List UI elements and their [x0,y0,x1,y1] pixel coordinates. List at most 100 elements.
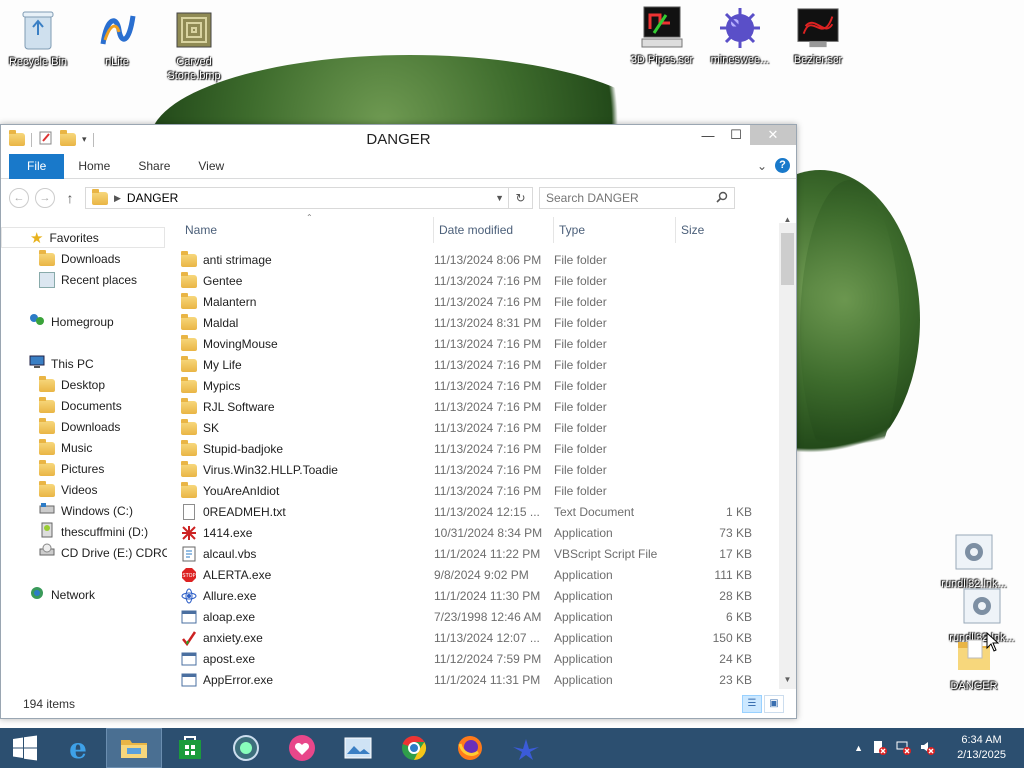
tab-file[interactable]: File [9,153,65,179]
large-icons-view-button[interactable]: ▣ [764,694,784,713]
file-row[interactable]: My Life 11/13/2024 7:16 PM File folder [168,354,774,375]
nav-thescuffmini-d[interactable]: thescuffmini (D:) [1,521,167,542]
column-header-name[interactable]: Name [168,217,434,243]
file-row[interactable]: anti strimage 11/13/2024 8:06 PM File fold… [168,249,774,270]
address-path[interactable]: DANGER [127,191,178,205]
desktop-icon-rundll-1[interactable]: rundll32.lnk... [936,530,1012,591]
taskbar-globe-app[interactable] [218,728,274,768]
nav-desktop[interactable]: Desktop [1,374,167,395]
details-view-button[interactable]: ☰ [742,694,762,713]
file-row[interactable]: Maldal 11/13/2024 8:31 PM File folder [168,312,774,333]
nav-homegroup[interactable]: Homegroup [1,311,167,332]
file-row[interactable]: Virus.Win32.HLLP.Toadie 11/13/2024 7:16 P… [168,459,774,480]
file-date: 11/12/2024 7:59 PM [434,651,542,666]
taskbar-file-explorer[interactable] [106,728,162,768]
file-row[interactable]: RJL Software 11/13/2024 7:16 PM File folde… [168,396,774,417]
file-date: 11/13/2024 7:16 PM [434,462,542,477]
back-button[interactable]: ← [9,188,29,208]
desktop-icon-recycle-bin[interactable]: Recycle Bin [0,8,76,69]
sort-ascending-icon: ⌃ [306,213,313,222]
chevron-right-icon[interactable]: ▶ [114,193,121,204]
file-row[interactable]: Gentee 11/13/2024 7:16 PM File folder [168,270,774,291]
taskbar-store[interactable] [162,728,218,768]
scrollbar-thumb[interactable] [781,233,794,285]
desktop-icon-3d-pipes[interactable]: 3D Pipes.scr [624,6,700,67]
file-list-pane[interactable]: ⌃ Name Date modified Type Size anti stri… [167,213,796,690]
address-row: ← → ↑ ▶ DANGER ▼ ↻ [1,179,796,217]
vertical-scrollbar[interactable]: ▲ ▼ [779,215,796,689]
search-input[interactable] [546,191,706,205]
help-icon[interactable]: ? [775,158,790,173]
file-row[interactable]: Malantern 11/13/2024 7:16 PM File folder [168,291,774,312]
network-status-icon[interactable] [895,739,912,758]
show-hidden-icons-button[interactable]: ▲ [854,743,863,753]
navigation-pane[interactable]: ★ Favorites Downloads Recent places Home… [1,217,167,689]
taskbar-heart-app[interactable] [274,728,330,768]
nav-cd-drive-e[interactable]: CD Drive (E:) CDROM [1,542,167,563]
file-row[interactable]: 0READMEH.txt 11/13/2024 12:15 ... Text Doc… [168,501,774,522]
nav-music[interactable]: Music [1,437,167,458]
system-clock[interactable]: 6:34 AM 2/13/2025 [957,733,1006,763]
taskbar-firefox[interactable] [442,728,498,768]
chevron-down-icon[interactable]: ▼ [495,193,504,203]
file-row[interactable]: alcaul.vbs 11/1/2024 11:22 PM VBScript Scr… [168,543,774,564]
tab-share[interactable]: Share [124,154,184,179]
start-button[interactable] [0,728,50,768]
file-row[interactable]: Stupid-badjoke 11/13/2024 7:16 PM File fol… [168,438,774,459]
scroll-down-arrow[interactable]: ▼ [779,675,796,689]
taskbar-bird-app[interactable] [498,728,554,768]
desktop-icon-bezier[interactable]: Bezier.scr [780,6,856,67]
column-header-type[interactable]: Type [554,217,676,243]
search-icon[interactable] [716,191,728,206]
nav-downloads[interactable]: Downloads [1,248,167,269]
file-row[interactable]: AppError.exe 11/1/2024 11:31 PM Applicatio… [168,669,774,690]
maximize-button[interactable]: ☐ [722,125,750,145]
scroll-up-arrow[interactable]: ▲ [779,215,796,229]
forward-button[interactable]: → [35,188,55,208]
nav-documents[interactable]: Documents [1,395,167,416]
ribbon-right: ⌄ ? [757,158,790,173]
file-row[interactable]: 1414.exe 10/31/2024 8:34 PM Application 73 … [168,522,774,543]
file-row[interactable]: Mypics 11/13/2024 7:16 PM File folder [168,375,774,396]
file-row[interactable]: YouAreAnIdiot 11/13/2024 7:16 PM File fold… [168,480,774,501]
file-row[interactable]: Allure.exe 11/1/2024 11:30 PM Application 2… [168,585,774,606]
taskbar-photo-viewer[interactable] [330,728,386,768]
volume-icon[interactable] [919,739,936,758]
close-button[interactable]: ✕ [750,125,796,145]
nav-favorites[interactable]: ★ Favorites [1,227,165,248]
tab-home[interactable]: Home [64,154,124,179]
nav-network[interactable]: Network [1,584,167,605]
nav-this-pc[interactable]: This PC [1,353,167,374]
expand-ribbon-icon[interactable]: ⌄ [757,159,767,173]
action-center-icon[interactable] [871,739,888,758]
file-row[interactable]: SK 11/13/2024 7:16 PM File folder [168,417,774,438]
file-row[interactable]: aloap.exe 7/23/1998 12:46 AM Application 6 … [168,606,774,627]
search-box[interactable] [539,187,735,209]
file-name: Mypics [203,378,241,393]
nav-downloads-pc[interactable]: Downloads [1,416,167,437]
tab-view[interactable]: View [184,154,238,179]
taskbar-chrome[interactable] [386,728,442,768]
explorer-window[interactable]: ▾ DANGER — ☐ ✕ File Home Share View ⌄ ? … [0,124,797,719]
file-row[interactable]: STOP ALERTA.exe 9/8/2024 9:02 PM Applicatio… [168,564,774,585]
nav-windows-c[interactable]: Windows (C:) [1,500,167,521]
up-button[interactable]: ↑ [61,190,79,206]
desktop-icon-carved-stone[interactable]: Carved Stone.bmp [156,8,232,83]
desktop-icon-danger[interactable]: DANGER [936,632,1012,693]
nav-pictures[interactable]: Pictures [1,458,167,479]
address-bar[interactable]: ▶ DANGER ▼ ↻ [85,187,533,209]
file-row[interactable]: MovingMouse 11/13/2024 7:16 PM File folder [168,333,774,354]
file-row[interactable]: apost.exe 11/12/2024 7:59 PM Application 24… [168,648,774,669]
file-name-cell: alcaul.vbs [168,546,434,562]
desktop-icon-nlite[interactable]: nLite [79,8,155,69]
column-header-size[interactable]: Size [676,217,752,243]
nav-recent-places[interactable]: Recent places [1,269,167,290]
title-bar[interactable]: ▾ DANGER — ☐ ✕ [1,125,796,154]
minimize-button[interactable]: — [694,125,722,145]
file-row[interactable]: anxiety.exe 11/13/2024 12:07 ... Applicati… [168,627,774,648]
taskbar-internet-explorer[interactable]: e [50,728,106,768]
desktop-icon-minesweeper[interactable]: mineswee... [702,6,778,67]
nav-videos[interactable]: Videos [1,479,167,500]
refresh-button[interactable]: ↻ [508,188,532,208]
column-header-date[interactable]: Date modified [434,217,554,243]
